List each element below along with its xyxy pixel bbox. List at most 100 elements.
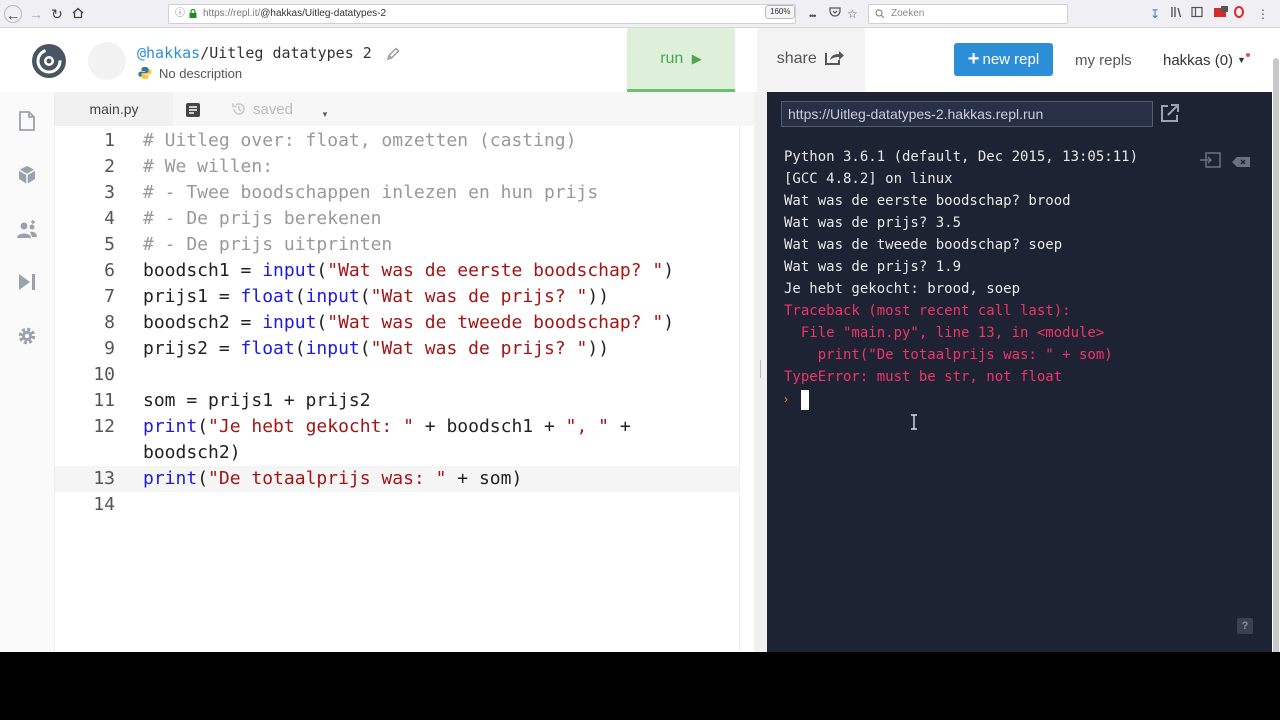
file-list-icon[interactable]: [185, 102, 201, 118]
replit-logo-icon[interactable]: [30, 42, 68, 80]
code-line[interactable]: 1 # Uitleg over: float, omzetten (casting…: [55, 128, 755, 154]
editor-tabbar: main.py saved ▼: [55, 92, 755, 126]
addon-icon[interactable]: [1234, 6, 1244, 22]
left-sidebar: [0, 92, 54, 652]
line-number: 9: [104, 338, 115, 359]
divider-handle[interactable]: [760, 360, 761, 378]
console-pane: https://Uitleg-datatypes-2.hakkas.repl.r…: [767, 92, 1272, 652]
multiplayer-icon[interactable]: [16, 219, 38, 241]
line-content: prijs2 = float(input("Wat was de prijs? …: [143, 338, 610, 359]
info-icon[interactable]: ⓘ: [175, 5, 185, 23]
browser-search-field[interactable]: Zoeken: [868, 4, 1068, 24]
code-line[interactable]: 3 # - Twee boodschappen inlezen en hun pr…: [55, 180, 755, 206]
editor-scrollbar[interactable]: [739, 126, 755, 652]
code-line[interactable]: 13 print("De totaalprijs was: " + som): [55, 466, 755, 492]
repl-name[interactable]: Uitleg datatypes 2: [209, 44, 372, 62]
console-error-line: print("De totaalprijs was: " + som): [784, 347, 1113, 363]
history-icon: [232, 103, 245, 115]
console-cursor: [801, 390, 809, 410]
extension-icon[interactable]: [1213, 6, 1229, 22]
line-content: boodsch1 = input("Wat was de eerste bood…: [143, 260, 675, 281]
line-number: 7: [104, 286, 115, 307]
user-label: hakkas (0): [1163, 52, 1234, 69]
help-button[interactable]: ?: [1237, 618, 1253, 634]
code-line[interactable]: 7 prijs1 = float(input("Wat was de prijs?…: [55, 284, 755, 310]
code-line[interactable]: 8 boodsch2 = input("Wat was de tweede boo…: [55, 310, 755, 336]
code-editor: main.py saved ▼ 1 # Uitleg over: float, o…: [54, 92, 755, 652]
repl-owner-link[interactable]: @hakkas: [137, 44, 200, 62]
sidebar-toggle-icon[interactable]: [1191, 6, 1203, 22]
packages-icon[interactable]: [16, 164, 38, 186]
my-repls-link[interactable]: my repls: [1075, 52, 1132, 69]
console-prompt[interactable]: ›: [784, 388, 824, 410]
download-icon[interactable]: ↧: [1150, 6, 1160, 22]
saved-status[interactable]: saved: [231, 101, 293, 118]
notification-dot: [1246, 53, 1250, 57]
tab-main-py[interactable]: main.py: [55, 92, 173, 126]
search-placeholder: Zoeken: [891, 8, 925, 19]
back-icon[interactable]: ←: [4, 5, 22, 23]
console-output-line: Wat was de eerste boodschap? brood: [784, 193, 1071, 209]
line-number: 14: [93, 494, 115, 515]
debugger-icon[interactable]: [16, 271, 38, 293]
console-error-line: File "main.py", line 13, in <module>: [784, 325, 1105, 341]
line-content: som = prijs1 + prijs2: [143, 390, 371, 411]
pane-divider[interactable]: [754, 92, 767, 652]
console-output-line: [GCC 4.8.2] on linux: [784, 171, 953, 187]
line-content: # - Twee boodschappen inlezen en hun pri…: [143, 182, 599, 203]
saved-label: saved: [253, 101, 294, 118]
user-menu[interactable]: hakkas (0) ▼: [1163, 52, 1246, 69]
code-line[interactable]: 14: [55, 492, 755, 518]
line-number: 4: [104, 208, 115, 229]
caret-down-icon[interactable]: ▼: [321, 110, 329, 119]
repl-avatar[interactable]: [88, 42, 126, 80]
code-line[interactable]: 12 print("Je hebt gekocht: " + boodsch1 +…: [55, 414, 755, 440]
address-bar[interactable]: ⓘ https://repl.it/@hakkas/Uitleg-datatyp…: [168, 4, 796, 24]
new-repl-label: new repl: [982, 51, 1040, 68]
forward-icon[interactable]: →: [27, 5, 45, 23]
reload-icon[interactable]: ↻: [48, 5, 66, 23]
caret-down-icon: ▼: [1237, 55, 1246, 65]
files-icon[interactable]: [16, 110, 38, 132]
address-url: https://repl.it/@hakkas/Uitleg-datatypes…: [203, 8, 387, 19]
repl-description[interactable]: No description: [159, 66, 242, 81]
line-number: 1: [104, 130, 115, 151]
page-scrollbar-thumb[interactable]: [1273, 58, 1279, 652]
page-scrollbar[interactable]: [1272, 28, 1280, 652]
new-repl-button[interactable]: + new repl: [954, 43, 1053, 76]
home-icon[interactable]: [69, 5, 87, 23]
share-label: share: [776, 50, 817, 67]
code-line[interactable]: 10: [55, 362, 755, 388]
code-line[interactable]: 2 # We willen:: [55, 154, 755, 180]
line-number: 10: [93, 364, 115, 385]
console-error-line: TypeError: must be str, not float: [784, 369, 1063, 385]
title-separator: /: [200, 44, 210, 62]
clear-console-icon[interactable]: [1231, 156, 1251, 168]
zoom-level[interactable]: 160%: [765, 5, 796, 19]
line-number: 2: [104, 156, 115, 177]
code-line[interactable]: 9 prijs2 = float(input("Wat was de prijs?…: [55, 336, 755, 362]
pocket-icon[interactable]: [829, 6, 841, 22]
share-button[interactable]: share: [757, 28, 865, 92]
library-icon[interactable]: [1170, 6, 1182, 22]
code-line[interactable]: 11 som = prijs1 + prijs2: [55, 388, 755, 414]
bookmark-star-icon[interactable]: ☆: [847, 6, 858, 22]
line-number: 12: [93, 416, 115, 437]
code-line[interactable]: 4 # - De prijs berekenen: [55, 206, 755, 232]
repl-run-url[interactable]: https://Uitleg-datatypes-2.hakkas.repl.r…: [781, 101, 1153, 127]
console-output-line: Python 3.6.1 (default, Dec 2015, 13:05:1…: [784, 149, 1139, 165]
code-line-wrap[interactable]: boodsch2): [55, 440, 755, 466]
code-line[interactable]: 6 boodsch1 = input("Wat was de eerste boo…: [55, 258, 755, 284]
ibeam-cursor-icon: [911, 414, 917, 430]
open-external-icon[interactable]: [1159, 102, 1181, 124]
menu-icon[interactable]: ⋮: [1257, 6, 1269, 22]
line-content: print("De totaalprijs was: " + som): [143, 468, 523, 489]
line-content: # We willen:: [143, 156, 274, 177]
more-actions-icon[interactable]: •••: [809, 8, 817, 24]
line-content: boodsch2): [143, 442, 241, 463]
pencil-icon[interactable]: [385, 46, 401, 62]
run-button[interactable]: run ▶: [627, 28, 735, 92]
settings-gear-icon[interactable]: [16, 325, 38, 347]
code-line[interactable]: 5 # - De prijs uitprinten: [55, 232, 755, 258]
console-input-icon[interactable]: [1199, 152, 1221, 168]
